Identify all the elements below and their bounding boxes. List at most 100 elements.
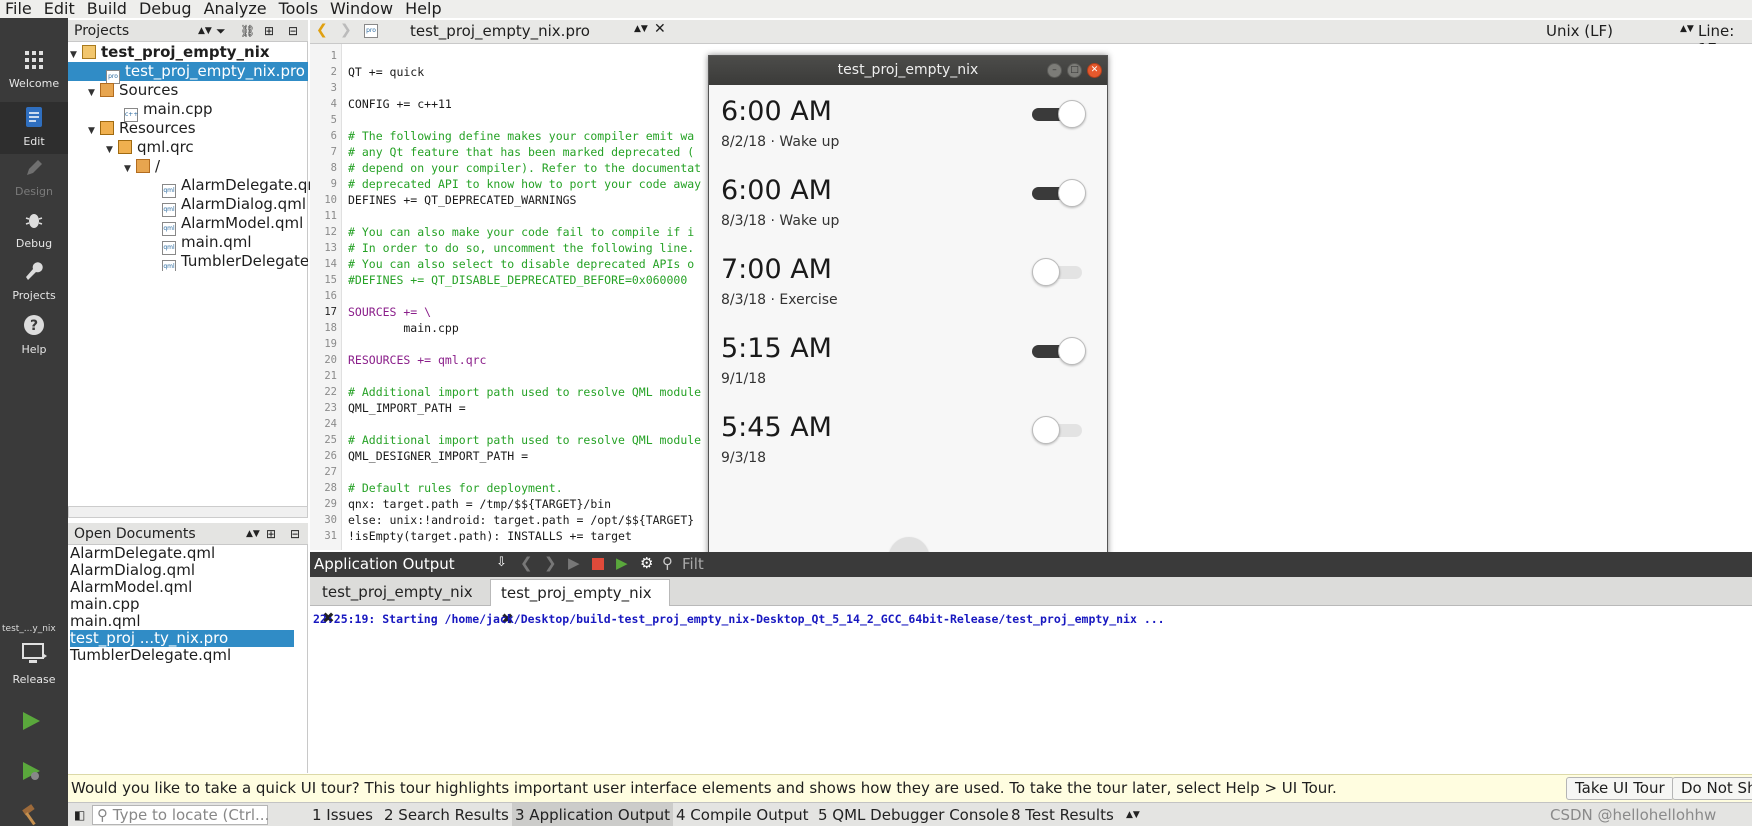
filter-input[interactable]: Filt	[682, 555, 704, 573]
tree-item-pro-file[interactable]: pro test_proj_empty_nix.pro	[68, 62, 308, 84]
menu-help[interactable]: Help	[399, 0, 447, 18]
tree-item-project[interactable]: ▼ test_proj_empty_nix	[70, 43, 270, 62]
more-panes-icon[interactable]: ▲▼	[1126, 803, 1140, 826]
pro-file-icon: pro	[364, 24, 378, 38]
open-doc-alarmdelegate[interactable]: AlarmDelegate.qml	[70, 545, 215, 562]
maximize-icon[interactable]: □	[1067, 63, 1082, 78]
open-doc-alarmdialog[interactable]: AlarmDialog.qml	[70, 562, 195, 579]
status-qml-debugger[interactable]: 5 QML Debugger Console	[818, 803, 1009, 826]
tree-item-alarmdialog[interactable]: qml AlarmDialog.qml	[162, 195, 306, 217]
expand-arrow-icon[interactable]: ▼	[88, 122, 100, 141]
alarm-toggle-switch[interactable]	[1032, 179, 1088, 207]
locator-input[interactable]: ⚲ Type to locate (Ctrl...	[92, 805, 269, 825]
take-ui-tour-button[interactable]: Take UI Tour	[1566, 777, 1674, 800]
alarm-toggle-switch[interactable]	[1032, 258, 1088, 286]
settings-gear-icon[interactable]: ⚙	[640, 554, 653, 572]
menu-tools[interactable]: Tools	[273, 0, 324, 18]
expand-arrow-icon[interactable]: ▼	[124, 160, 136, 179]
alarm-time[interactable]: 5:15 AM	[721, 333, 832, 364]
attach-icon[interactable]: ⇩	[496, 555, 507, 570]
split-icon[interactable]: ⊞	[264, 21, 274, 41]
line-number: 3	[330, 82, 337, 94]
output-tab-1[interactable]: test_proj_empty_nix ✖	[312, 579, 486, 627]
project-tree-hscrollbar[interactable]	[68, 506, 308, 518]
menu-analyze[interactable]: Analyze	[198, 0, 273, 18]
split-icon[interactable]: ⊞	[266, 524, 276, 544]
mode-help-label: Help	[21, 343, 47, 356]
tree-item-main-qml[interactable]: qml main.qml	[162, 233, 252, 255]
switch-knob	[1032, 258, 1060, 286]
alarm-time[interactable]: 6:00 AM	[721, 175, 832, 206]
minimize-icon[interactable]: –	[1047, 63, 1062, 78]
open-docs-selector-icon[interactable]: ▲▼	[246, 524, 260, 544]
edit-doc-icon	[0, 106, 68, 133]
line-ending-arrows-icon[interactable]: ▲▼	[1680, 24, 1694, 34]
kit-selector[interactable]: Release	[0, 642, 68, 686]
tree-item-sources[interactable]: ▼ Sources	[88, 81, 178, 100]
prev-icon[interactable]: ❮	[520, 554, 533, 572]
do-not-show-button[interactable]: Do Not Show	[1672, 777, 1752, 800]
sidebar-toggle-icon[interactable]: ◧	[74, 803, 85, 826]
status-compile-output[interactable]: 4 Compile Output	[676, 803, 809, 826]
link-icon[interactable]: ⛓	[240, 21, 255, 41]
alarm-toggle-switch[interactable]	[1032, 416, 1088, 444]
open-doc-pro-file[interactable]: test_proj ...ty_nix.pro	[70, 630, 294, 647]
next-icon[interactable]: ❯	[544, 554, 557, 572]
projects-view-selector-icon[interactable]: ▲▼	[198, 21, 212, 41]
expand-arrow-icon[interactable]: ▼	[106, 141, 118, 160]
alarm-time[interactable]: 7:00 AM	[721, 254, 832, 285]
status-issues[interactable]: 1 Issues	[312, 803, 373, 826]
menu-window[interactable]: Window	[324, 0, 399, 18]
debug-icon[interactable]: ▶	[616, 554, 628, 572]
open-doc-main-qml[interactable]: main.qml	[70, 613, 141, 630]
forward-arrow-icon[interactable]: ❯	[340, 22, 352, 38]
output-tab-2[interactable]: test_proj_empty_nix ✖	[490, 579, 670, 628]
filter-icon[interactable]: ⏷	[216, 21, 226, 41]
close-panel-icon[interactable]: ⊟	[288, 21, 298, 41]
status-search-results[interactable]: 2 Search Results	[384, 803, 509, 826]
line-ending-selector[interactable]: Unix (LF)	[1546, 22, 1613, 40]
mode-help[interactable]: ? Help	[0, 314, 68, 356]
open-doc-main-cpp[interactable]: main.cpp	[70, 596, 140, 613]
alarm-toggle-switch[interactable]	[1032, 100, 1088, 128]
tree-item-alarmdelegate[interactable]: qml AlarmDelegate.qml	[162, 176, 326, 198]
tree-item-resources[interactable]: ▼ Resources	[88, 119, 196, 138]
tree-item-alarmmodel[interactable]: qml AlarmModel.qml	[162, 214, 303, 236]
open-doc-tumblerdelegate[interactable]: TumblerDelegate.qml	[70, 647, 231, 664]
stop-icon[interactable]	[592, 558, 604, 570]
close-window-icon[interactable]: ✕	[1087, 63, 1102, 78]
mode-edit[interactable]: Edit	[0, 102, 68, 154]
run-button[interactable]	[20, 710, 42, 736]
file-selector-arrows-icon[interactable]: ▲▼	[634, 24, 648, 34]
close-panel-icon[interactable]: ⊟	[290, 524, 300, 544]
expand-arrow-icon[interactable]: ▼	[88, 84, 100, 103]
tree-item-qml-qrc[interactable]: ▼ qml.qrc	[106, 138, 194, 157]
back-arrow-icon[interactable]: ❮	[316, 22, 328, 38]
menu-edit[interactable]: Edit	[38, 0, 81, 18]
close-document-icon[interactable]: ✕	[654, 21, 666, 37]
line-number: 17	[324, 306, 337, 318]
mode-design[interactable]: Design	[0, 158, 68, 198]
debug-run-button[interactable]	[20, 760, 42, 786]
mode-debug[interactable]: Debug	[0, 210, 68, 250]
open-doc-alarmmodel[interactable]: AlarmModel.qml	[70, 579, 192, 596]
mode-welcome[interactable]: Welcome	[0, 50, 68, 90]
alarm-toggle-switch[interactable]	[1032, 337, 1088, 365]
alarm-time[interactable]: 5:45 AM	[721, 412, 832, 443]
alarm-detail: 8/2/18 · Wake up	[721, 134, 840, 150]
menu-file[interactable]: File	[0, 0, 38, 18]
tree-item-root-folder[interactable]: ▼ /	[124, 157, 160, 176]
menu-build[interactable]: Build	[81, 0, 133, 18]
editor-file-selector[interactable]: test_proj_empty_nix.pro	[410, 22, 590, 40]
app-window-titlebar[interactable]: test_proj_empty_nix – □ ✕	[709, 56, 1107, 85]
alarm-time[interactable]: 6:00 AM	[721, 96, 832, 127]
mode-projects[interactable]: Projects	[0, 262, 68, 302]
status-application-output[interactable]: 3 Application Output	[512, 803, 673, 826]
tree-item-main-cpp[interactable]: c++ main.cpp	[124, 100, 213, 122]
rerun-icon[interactable]: ▶	[568, 554, 580, 572]
tree-item-tumblerdelegate[interactable]: qmlTumblerDelegate.qml	[162, 252, 308, 271]
status-test-results[interactable]: 8 Test Results	[1011, 803, 1114, 826]
app-window-title: test_proj_empty_nix	[837, 62, 979, 78]
menu-debug[interactable]: Debug	[133, 0, 198, 18]
build-button[interactable]	[20, 804, 44, 826]
